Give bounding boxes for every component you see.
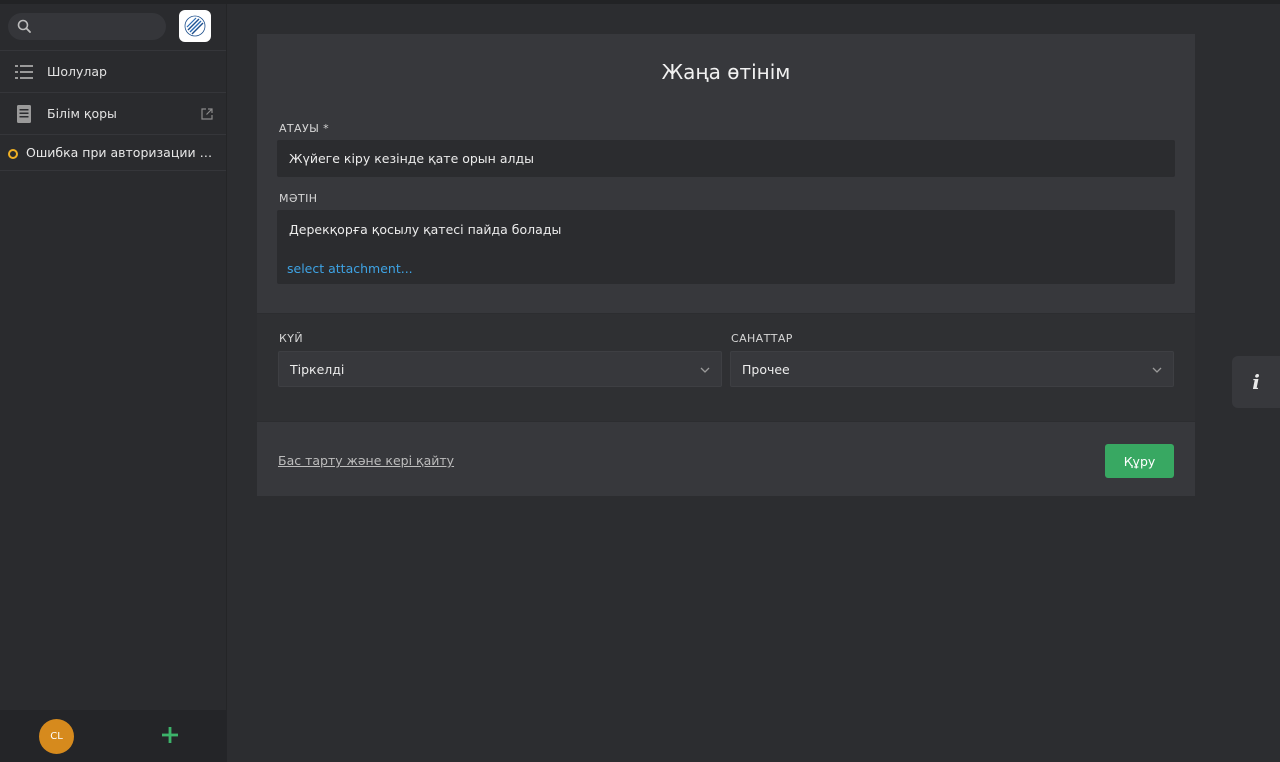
external-link-icon [201, 108, 213, 120]
category-field-label: САНАТТАР [731, 332, 793, 345]
sidebar-item-knowledge-base[interactable]: Білім қоры [0, 93, 226, 135]
ticket-title: Ошибка при авторизации в си... [26, 145, 216, 160]
page-title: Жаңа өтінім [661, 60, 791, 84]
body-field-label: МӘТІН [279, 192, 318, 205]
add-new-button[interactable] [158, 723, 182, 747]
sidebar-search-row [0, 4, 226, 51]
logo-icon [184, 15, 206, 37]
select-attachment-link[interactable]: select attachment... [287, 261, 413, 276]
book-icon [17, 105, 31, 123]
avatar-initials: CL [50, 731, 63, 742]
sidebar: Шолулар Білім қоры Ошибка при авторизаци… [0, 4, 227, 762]
chevron-down-icon [700, 367, 710, 373]
create-button[interactable]: Құру [1105, 444, 1174, 478]
title-field-label: АТАУЫ * [279, 122, 329, 135]
category-select[interactable]: Прочее [730, 351, 1174, 387]
body-field-value: Дерекқорға қосылу қатесі пайда болады [289, 222, 562, 237]
sidebar-item-label: Білім қоры [47, 106, 117, 121]
ticket-attributes-panel: КҮЙ Тіркелді САНАТТАР Прочее [257, 314, 1195, 421]
cancel-and-return-link[interactable]: Бас тарту және кері қайту [278, 453, 454, 468]
chevron-down-icon [1152, 367, 1162, 373]
ticket-status-icon [8, 149, 18, 159]
body-field[interactable]: Дерекқорға қосылу қатесі пайда болады se… [277, 210, 1175, 284]
search-icon [17, 19, 31, 33]
state-field-label: КҮЙ [279, 332, 303, 345]
info-icon: i [1252, 370, 1260, 394]
sidebar-item-overviews[interactable]: Шолулар [0, 51, 226, 93]
state-select[interactable]: Тіркелді [278, 351, 722, 387]
ticket-list-item[interactable]: Ошибка при авторизации в си... [0, 135, 226, 171]
sidebar-footer: CL [0, 710, 227, 762]
category-select-value: Прочее [742, 362, 790, 377]
state-select-value: Тіркелді [290, 362, 345, 377]
company-logo[interactable] [179, 10, 211, 42]
list-icon [15, 65, 33, 79]
sidebar-item-label: Шолулар [47, 64, 107, 79]
form-actions-panel: Бас тарту және кері қайту Құру [257, 422, 1195, 496]
avatar[interactable]: CL [39, 719, 74, 754]
new-ticket-form-panel: Жаңа өтінім АТАУЫ * Жүйеге кіру кезінде … [257, 34, 1195, 313]
title-field-value: Жүйеге кіру кезінде қате орын алды [289, 151, 534, 166]
title-field[interactable]: Жүйеге кіру кезінде қате орын алды [277, 140, 1175, 177]
info-sidebar-toggle[interactable]: i [1232, 356, 1280, 408]
search-input[interactable] [8, 13, 166, 40]
